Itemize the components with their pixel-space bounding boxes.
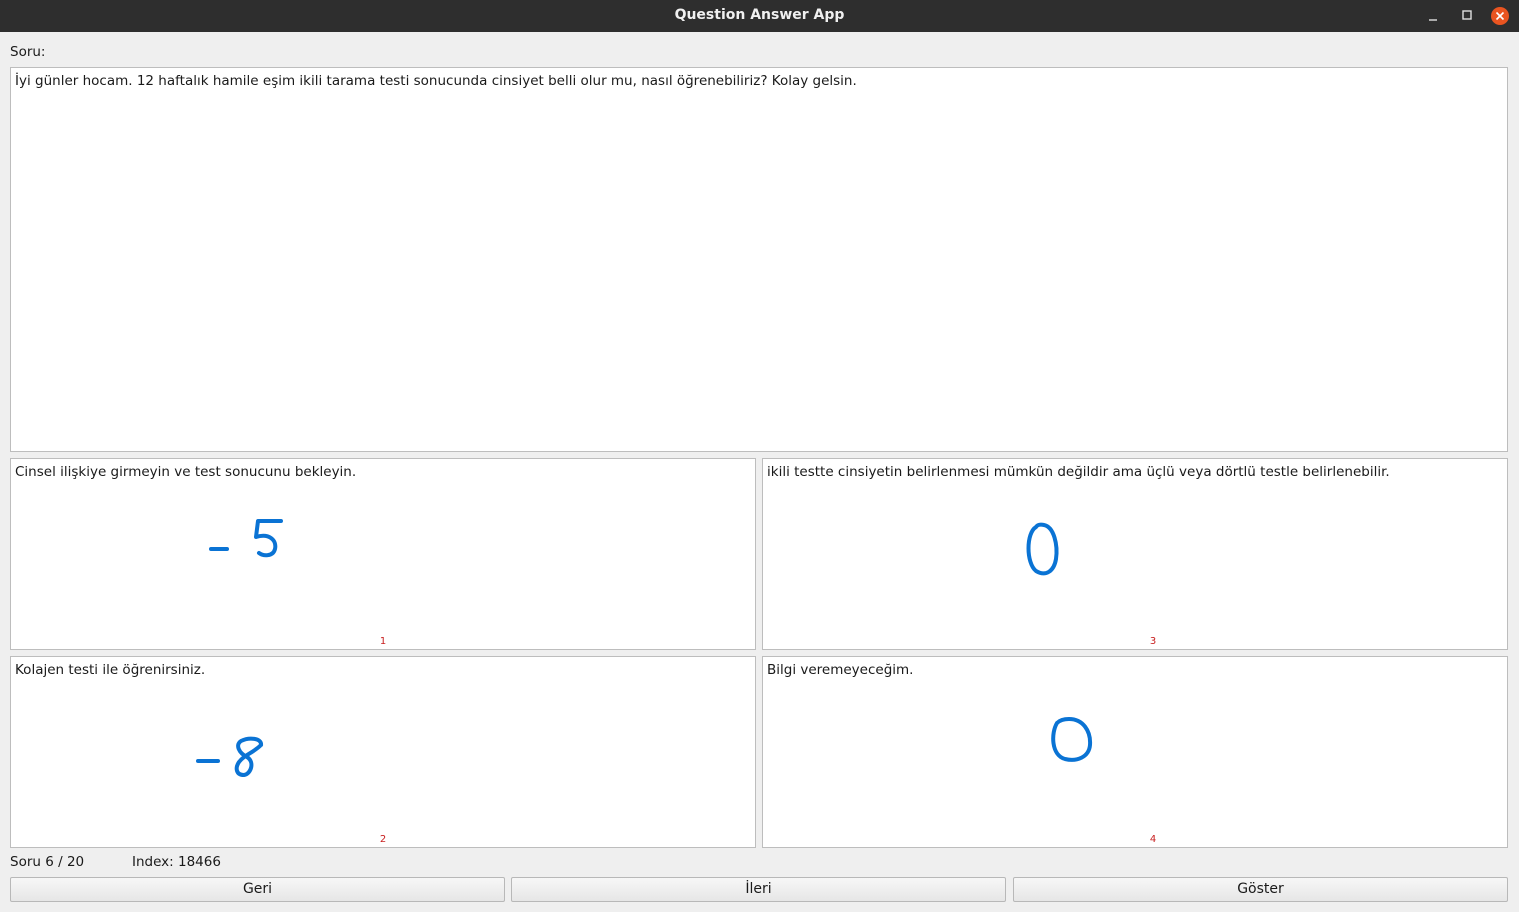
question-text-area[interactable]: İyi günler hocam. 12 haftalık hamile eşi… [10, 67, 1508, 452]
answer-panel-4[interactable]: Bilgi veremeyeceğim. 4 [762, 656, 1508, 848]
answer-panel-3[interactable]: ikili testte cinsiyetin belirlenmesi müm… [762, 458, 1508, 650]
handwritten-score-0-b [1051, 716, 1093, 762]
show-button[interactable]: Göster [1013, 877, 1508, 902]
answer-number-3: 3 [1149, 636, 1157, 647]
handwritten-score-minus-5 [209, 519, 283, 558]
answer-number-1: 1 [379, 636, 387, 647]
handwritten-score-0-a [1026, 522, 1059, 576]
answer-panel-1[interactable]: Cinsel ilişkiye girmeyin ve test sonucun… [10, 458, 756, 650]
answer-number-4: 4 [1149, 834, 1157, 845]
answer-panel-2[interactable]: Kolajen testi ile öğrenirsiniz. 2 [10, 656, 756, 848]
close-icon[interactable] [1489, 5, 1511, 27]
question-index: Index: 18466 [132, 854, 221, 870]
answer-number-2: 2 [379, 834, 387, 845]
answer-text-2: Kolajen testi ile öğrenirsiniz. [15, 662, 206, 678]
next-button[interactable]: İleri [511, 877, 1006, 902]
minimize-icon[interactable] [1422, 5, 1444, 27]
handwritten-score-minus-8 [196, 736, 263, 777]
maximize-icon[interactable] [1456, 5, 1478, 27]
question-counter: Soru 6 / 20 [10, 854, 85, 870]
back-button[interactable]: Geri [10, 877, 505, 902]
question-label: Soru: [10, 44, 46, 60]
answer-text-1: Cinsel ilişkiye girmeyin ve test sonucun… [15, 464, 357, 480]
question-text: İyi günler hocam. 12 haftalık hamile eşi… [15, 73, 857, 89]
answer-text-3: ikili testte cinsiyetin belirlenmesi müm… [767, 464, 1390, 480]
window-titlebar: Question Answer App [0, 0, 1519, 32]
answer-text-4: Bilgi veremeyeceğim. [767, 662, 914, 678]
window-title: Question Answer App [674, 7, 845, 23]
